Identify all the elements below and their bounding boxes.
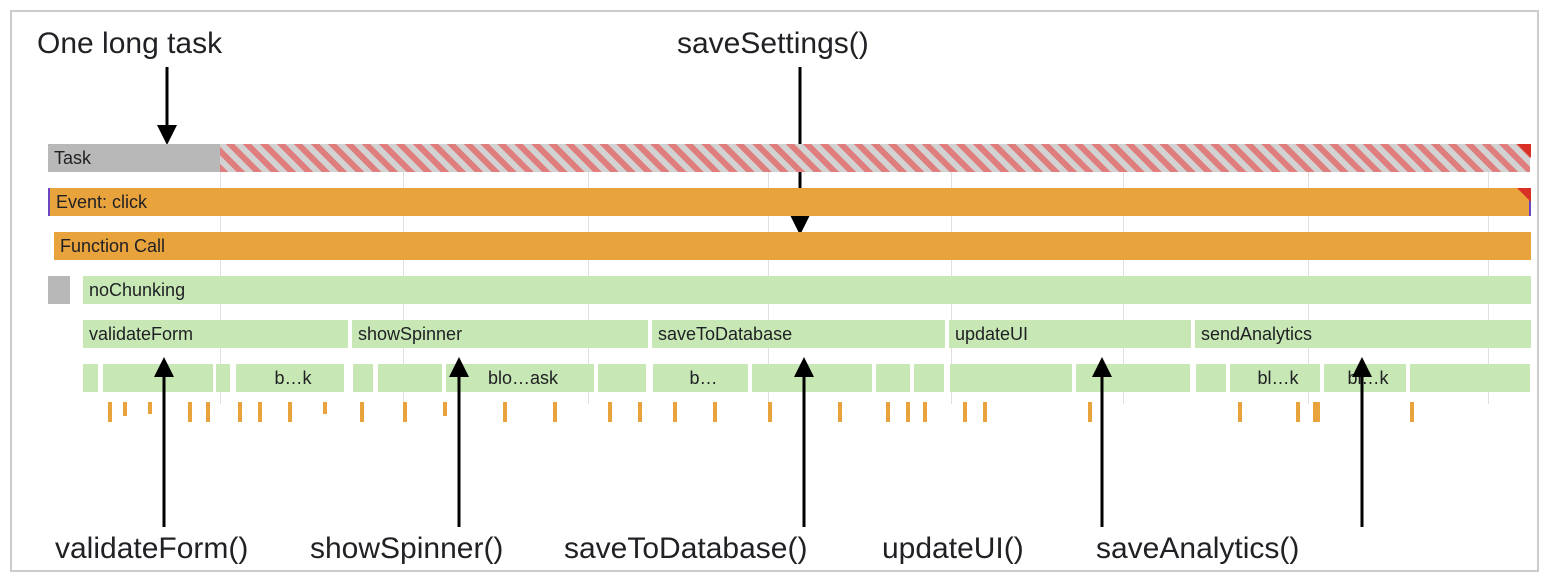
- track-blk1: bl…k: [1230, 364, 1320, 392]
- track-sendAnalytics: sendAnalytics: [1195, 320, 1531, 348]
- track-validateForm: validateForm: [83, 320, 348, 348]
- track-small: [216, 364, 230, 392]
- track-function-call: Function Call: [54, 232, 1531, 260]
- arrow-validateForm: [144, 357, 184, 527]
- red-triangle-icon: [1517, 144, 1531, 158]
- arrow-showSpinner: [439, 357, 479, 527]
- track-small: [598, 364, 646, 392]
- track-gray-stub: [48, 276, 70, 304]
- track-small: [83, 364, 98, 392]
- arrow-saveAnalytics: [1342, 357, 1382, 527]
- track-saveToDatabase: saveToDatabase: [652, 320, 945, 348]
- track-small: [950, 364, 1072, 392]
- track-small: [914, 364, 944, 392]
- track-b: b…: [653, 364, 748, 392]
- track-small: [876, 364, 910, 392]
- track-task-hatched: [220, 144, 1530, 172]
- track-bk1: b…k: [236, 364, 344, 392]
- annotation-save-settings: saveSettings(): [677, 27, 869, 61]
- red-triangle-icon: [1517, 188, 1531, 202]
- annotation-validateForm: validateForm(): [55, 532, 248, 566]
- annotation-saveAnalytics: saveAnalytics(): [1096, 532, 1299, 566]
- track-updateUI: updateUI: [949, 320, 1191, 348]
- arrow-updateUI: [1082, 357, 1122, 527]
- arrow-one-long-task: [147, 67, 187, 147]
- track-task: Task: [48, 144, 220, 172]
- track-no-chunking: noChunking: [83, 276, 1531, 304]
- track-small: [353, 364, 373, 392]
- annotation-saveToDatabase: saveToDatabase(): [564, 532, 807, 566]
- track-event-click: Event: click: [48, 188, 1531, 216]
- track-small: [378, 364, 442, 392]
- track-small: [1410, 364, 1530, 392]
- track-small: [1196, 364, 1226, 392]
- track-showSpinner: showSpinner: [352, 320, 648, 348]
- diagram-frame: One long task saveSettings() Task Event:…: [10, 10, 1539, 572]
- annotation-showSpinner: showSpinner(): [310, 532, 503, 566]
- annotation-one-long-task: One long task: [37, 27, 222, 61]
- arrow-saveToDatabase: [784, 357, 824, 527]
- annotation-updateUI: updateUI(): [882, 532, 1024, 566]
